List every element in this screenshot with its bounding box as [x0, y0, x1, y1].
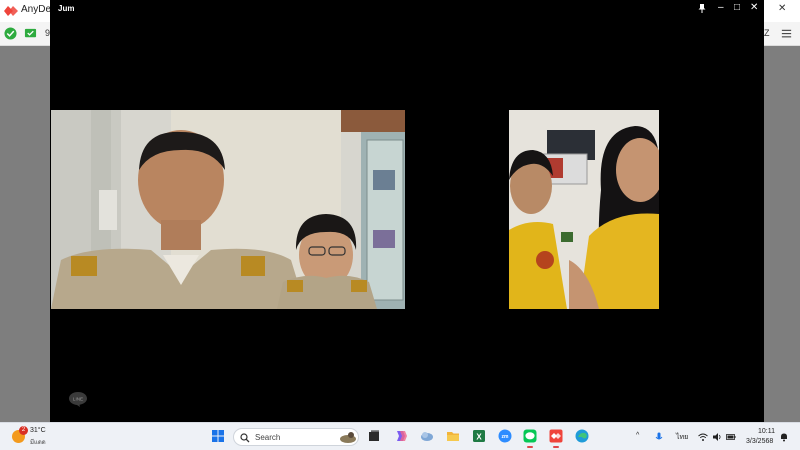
- video-call-window: Jum – □ ✕ LINE: [50, 0, 764, 422]
- line-watermark-icon: LINE: [69, 392, 87, 407]
- copilot-icon[interactable]: [394, 429, 408, 443]
- battery-icon[interactable]: [726, 432, 736, 442]
- pin-icon[interactable]: [698, 4, 706, 13]
- volume-icon[interactable]: [712, 432, 722, 442]
- input-language[interactable]: ไทย: [676, 432, 688, 443]
- line-watermark-label: LINE: [73, 397, 83, 402]
- main-video-feed[interactable]: [51, 110, 405, 309]
- search-icon: [240, 433, 250, 443]
- zoom-icon[interactable]: zm: [498, 429, 512, 443]
- chat-icon[interactable]: [24, 27, 37, 40]
- svg-text:X: X: [476, 433, 482, 442]
- notification-bell-icon[interactable]: [779, 432, 789, 442]
- minimize-icon[interactable]: –: [718, 2, 724, 14]
- weather-condition[interactable]: มีแดด: [30, 437, 46, 447]
- call-window-title: Jum: [58, 4, 75, 13]
- close-icon[interactable]: ✕: [750, 2, 758, 14]
- main-video-image: [51, 110, 405, 309]
- taskbar-search-box[interactable]: Search: [233, 428, 359, 446]
- line-app-icon[interactable]: [523, 429, 537, 443]
- menu-icon[interactable]: [780, 27, 793, 40]
- show-hidden-icons-icon[interactable]: ^: [636, 432, 639, 439]
- search-highlight-icon: [340, 432, 356, 443]
- windows-start-icon[interactable]: [211, 429, 225, 443]
- weather-badge: 2: [19, 426, 28, 435]
- app-cloud-icon[interactable]: [420, 429, 434, 443]
- anydesk-close-icon[interactable]: ✕: [778, 3, 786, 14]
- anydesk-active-indicator: [553, 446, 559, 448]
- svg-text:zm: zm: [502, 434, 510, 440]
- anydesk-app-icon[interactable]: [549, 429, 563, 443]
- secondary-video-image: [509, 110, 659, 309]
- line-active-indicator: [527, 446, 533, 448]
- toolbar-right-fragment: Z: [764, 28, 770, 38]
- search-placeholder: Search: [255, 433, 281, 442]
- clock-date[interactable]: 3/3/2568: [746, 438, 773, 445]
- taskbar: 2 31°C มีแดด Search X zm ^ ไทย 10:11 3/3…: [0, 422, 800, 450]
- maximize-icon[interactable]: □: [734, 2, 740, 14]
- edge-icon[interactable]: [575, 429, 589, 443]
- weather-temperature[interactable]: 31°C: [30, 427, 46, 434]
- microphone-icon[interactable]: [654, 432, 664, 442]
- task-view-icon[interactable]: [367, 429, 381, 443]
- secondary-video-feed[interactable]: [509, 110, 659, 309]
- file-explorer-icon[interactable]: [446, 429, 460, 443]
- connection-ok-icon[interactable]: [4, 27, 17, 40]
- excel-icon[interactable]: X: [472, 429, 486, 443]
- clock-time[interactable]: 10:11: [758, 428, 775, 435]
- wifi-icon[interactable]: [698, 432, 708, 442]
- anydesk-logo-icon: [4, 6, 18, 16]
